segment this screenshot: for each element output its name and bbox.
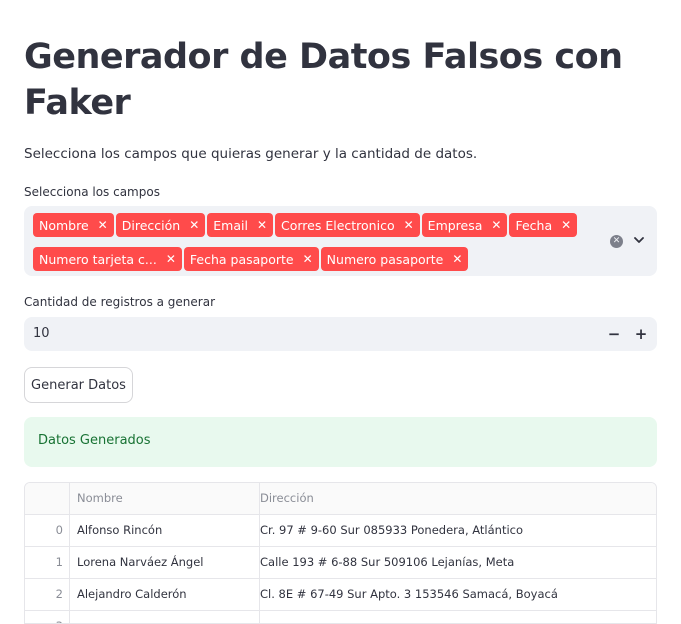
remove-tag-icon[interactable]: ✕ [189,218,199,232]
cell-nombre[interactable] [70,611,260,623]
remove-tag-icon[interactable]: ✕ [404,218,414,232]
chevron-down-icon[interactable] [633,234,645,246]
tag-nombre[interactable]: Nombre ✕ [33,213,114,237]
row-index: 0 [25,515,70,546]
table-header: Nombre Dirección [25,483,656,515]
data-table[interactable]: Nombre Dirección 0 Alfonso Rincón Cr. 97… [24,482,657,624]
remove-tag-icon[interactable]: ✕ [452,252,462,266]
selected-tags: Nombre ✕ Dirección ✕ Email ✕ Corres Electronic… [33,213,603,281]
header-direccion[interactable]: Dirección [260,483,650,514]
tag-empresa[interactable]: Empresa ✕ [421,213,508,237]
quantity-value[interactable]: 10 [33,326,50,341]
status-message: Datos Generados [38,433,151,448]
cell-direccion[interactable]: Cl. 8E # 67-49 Sur Apto. 3 153546 Samacá… [260,579,650,610]
status-alert: Datos Generados [24,417,657,467]
table-row[interactable]: 0 Alfonso Rincón Cr. 97 # 9-60 Sur 08593… [25,515,656,547]
page-subtitle: Selecciona los campos que quieras genera… [24,146,478,162]
remove-tag-icon[interactable]: ✕ [166,252,176,266]
generate-button[interactable]: Generar Datos [24,367,133,403]
header-index [25,483,70,514]
tag-fecha[interactable]: Fecha ✕ [509,213,578,237]
quantity-stepper[interactable]: 10 − + [24,317,657,351]
table-row[interactable]: 3 [25,611,656,623]
cell-nombre[interactable]: Lorena Narváez Ángel [70,547,260,578]
remove-tag-icon[interactable]: ✕ [303,252,313,266]
row-index: 2 [25,579,70,610]
tag-numero-pasaporte[interactable]: Numero pasaporte ✕ [320,247,469,271]
remove-tag-icon[interactable]: ✕ [257,218,267,232]
cell-direccion[interactable]: Cr. 97 # 9-60 Sur 085933 Ponedera, Atlán… [260,515,650,546]
row-index: 3 [25,611,70,623]
increment-button[interactable]: + [630,322,652,346]
tag-numero-tarjeta[interactable]: Numero tarjeta c... ✕ [33,247,182,271]
tag-corres-electronico[interactable]: Corres Electronico ✕ [275,213,420,237]
tag-fecha-pasaporte[interactable]: Fecha pasaporte ✕ [183,247,319,271]
clear-all-icon[interactable]: ✕ [610,235,623,248]
remove-tag-icon[interactable]: ✕ [98,218,108,232]
decrement-button[interactable]: − [603,322,625,346]
cell-nombre[interactable]: Alejandro Calderón [70,579,260,610]
tag-direccion[interactable]: Dirección ✕ [115,213,206,237]
fields-label: Selecciona los campos [24,185,160,199]
page-title: Generador de Datos Falsos con Faker [24,37,623,123]
cell-nombre[interactable]: Alfonso Rincón [70,515,260,546]
table-row[interactable]: 1 Lorena Narváez Ángel Calle 193 # 6-88 … [25,547,656,579]
fields-multiselect[interactable]: Nombre ✕ Dirección ✕ Email ✕ Corres Electronic… [24,206,657,276]
cell-direccion[interactable]: Calle 193 # 6-88 Sur 509106 Lejanías, Me… [260,547,650,578]
tag-email[interactable]: Email ✕ [207,213,273,237]
remove-tag-icon[interactable]: ✕ [491,218,501,232]
quantity-label: Cantidad de registros a generar [24,295,216,309]
cell-direccion[interactable] [260,611,650,623]
remove-tag-icon[interactable]: ✕ [561,218,571,232]
row-index: 1 [25,547,70,578]
table-row[interactable]: 2 Alejandro Calderón Cl. 8E # 67-49 Sur … [25,579,656,611]
header-nombre[interactable]: Nombre [70,483,260,514]
